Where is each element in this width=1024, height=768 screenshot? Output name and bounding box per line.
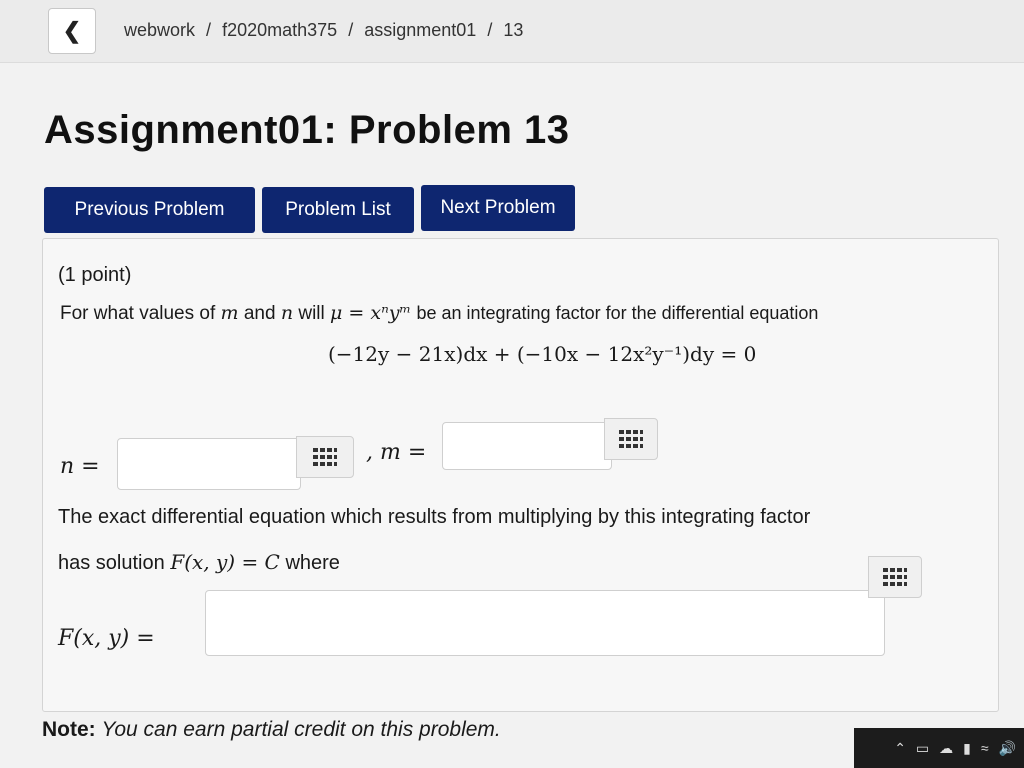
- page-title: Assignment01: Problem 13: [44, 108, 570, 152]
- breadcrumb-item-course[interactable]: f2020math375: [222, 20, 337, 40]
- chevron-up-icon[interactable]: ⌃: [894, 740, 906, 757]
- n-equation-editor-button[interactable]: [296, 436, 354, 478]
- breadcrumb-item-assignment[interactable]: assignment01: [364, 20, 476, 40]
- n-label: n =: [60, 454, 100, 479]
- solution-suffix: where: [285, 552, 340, 574]
- f-equation-editor-button[interactable]: [868, 556, 922, 598]
- chevron-left-icon: ❮: [62, 18, 82, 43]
- m-equation-editor-button[interactable]: [604, 418, 658, 460]
- question-prefix: For what values of: [60, 303, 216, 324]
- and-word: and: [243, 303, 276, 324]
- points-label: (1 point): [58, 264, 132, 286]
- m-label: , m =: [366, 440, 427, 465]
- partial-credit-note: Note: You can earn partial credit on thi…: [42, 718, 501, 742]
- exact-equation-line-1: The exact differential equation which re…: [58, 506, 811, 528]
- breadcrumb-separator: /: [487, 20, 493, 40]
- battery-icon[interactable]: ▮: [963, 740, 971, 757]
- mu-expression: μ = xⁿyᵐ: [330, 302, 412, 324]
- f-label: F(x, y) =: [58, 626, 155, 651]
- note-text: You can earn partial credit on this prob…: [101, 718, 501, 741]
- question-text: For what values of m and n will μ = xⁿyᵐ…: [60, 302, 818, 325]
- differential-equation: (−12y − 21x)dx + (−10x − 12x²y⁻¹)dy = 0: [328, 342, 757, 366]
- speaker-icon[interactable]: 🔊: [999, 740, 1016, 757]
- var-n: n: [280, 302, 294, 324]
- breadcrumb-separator: /: [348, 20, 354, 40]
- m-input[interactable]: [442, 422, 612, 470]
- note-label: Note:: [42, 718, 96, 741]
- grid-icon: [883, 568, 907, 586]
- breadcrumb-item-webwork[interactable]: webwork: [124, 20, 195, 40]
- system-tray: ⌃ ▭ ☁ ▮ ≈ 🔊: [854, 728, 1024, 768]
- top-bar: ❮ webwork / f2020math375 / assignment01 …: [0, 0, 1024, 63]
- exact-equation-line-2: has solution F(x, y) = C where: [58, 550, 340, 575]
- f-input[interactable]: [205, 590, 885, 656]
- var-m: m: [220, 302, 239, 324]
- problem-list-button[interactable]: Problem List: [262, 187, 414, 233]
- n-input[interactable]: [117, 438, 301, 490]
- will-word: will: [298, 303, 325, 324]
- breadcrumb-separator: /: [206, 20, 212, 40]
- question-suffix: be an integrating factor for the differe…: [416, 303, 819, 323]
- wifi-icon[interactable]: ≈: [981, 740, 989, 756]
- previous-problem-button[interactable]: Previous Problem: [44, 187, 255, 233]
- solution-expression: F(x, y) = C: [170, 550, 280, 574]
- grid-icon: [619, 430, 643, 448]
- tablet-icon[interactable]: ▭: [916, 740, 929, 757]
- breadcrumb: webwork / f2020math375 / assignment01 / …: [124, 20, 529, 41]
- breadcrumb-item-problem: 13: [503, 20, 524, 40]
- solution-prefix: has solution: [58, 552, 165, 574]
- cloud-icon[interactable]: ☁: [939, 740, 953, 757]
- next-problem-button[interactable]: Next Problem: [421, 185, 575, 231]
- grid-icon: [313, 448, 337, 466]
- back-button[interactable]: ❮: [48, 8, 96, 54]
